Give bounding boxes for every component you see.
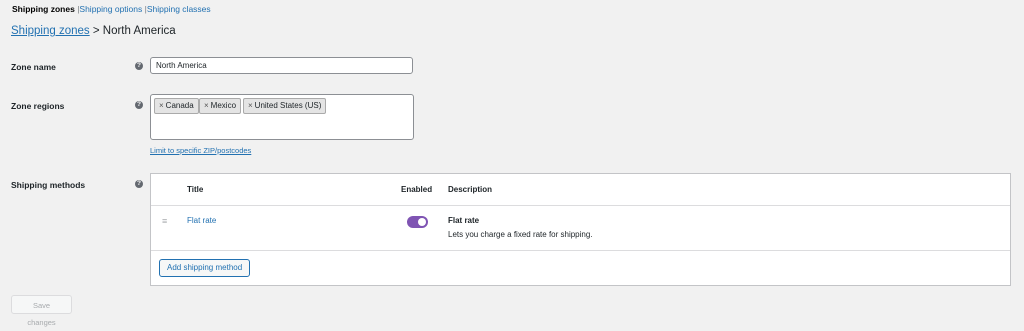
- help-icon[interactable]: ?: [135, 101, 143, 109]
- remove-tag-icon[interactable]: ×: [159, 101, 164, 110]
- enabled-toggle[interactable]: [407, 216, 428, 228]
- remove-tag-icon[interactable]: ×: [204, 101, 209, 110]
- region-tag-label: Mexico: [210, 101, 237, 110]
- toggle-knob: [418, 218, 426, 226]
- breadcrumb-shipping-zones-link[interactable]: Shipping zones: [11, 25, 90, 37]
- subnav-shipping-zones[interactable]: Shipping zones: [12, 4, 75, 14]
- page-title: Shipping zones > North America: [11, 25, 176, 37]
- help-icon[interactable]: ?: [135, 180, 143, 188]
- zone-title: North America: [102, 25, 176, 37]
- method-title-link[interactable]: Flat rate: [187, 216, 216, 225]
- divider: [151, 205, 1010, 206]
- divider: [151, 250, 1010, 251]
- shipping-methods-label: Shipping methods: [11, 180, 86, 190]
- limit-postcodes-link[interactable]: Limit to specific ZIP/postcodes: [150, 146, 251, 155]
- help-icon[interactable]: ?: [135, 62, 143, 70]
- add-shipping-method-button[interactable]: Add shipping method: [159, 259, 251, 277]
- region-tag-canada: × Canada: [154, 98, 199, 114]
- method-description-title: Flat rate: [448, 216, 480, 225]
- drag-handle-icon[interactable]: ≡: [162, 216, 167, 226]
- region-tag-label: United States (US): [254, 101, 322, 110]
- column-header-title: Title: [187, 185, 204, 194]
- save-changes-button[interactable]: Save changes: [11, 295, 72, 327]
- column-header-enabled: Enabled: [401, 185, 433, 194]
- zone-name-input[interactable]: [150, 57, 413, 74]
- zone-regions-label: Zone regions: [11, 101, 65, 111]
- zone-name-label: Zone name: [11, 62, 56, 72]
- region-tag-label: Canada: [165, 101, 194, 110]
- zone-regions-select[interactable]: × Canada × Mexico × United States (US): [150, 94, 414, 140]
- breadcrumb-separator: >: [92, 25, 100, 37]
- subnav-shipping-classes[interactable]: Shipping classes: [147, 4, 211, 14]
- remove-tag-icon[interactable]: ×: [248, 101, 253, 110]
- column-header-description: Description: [448, 185, 493, 194]
- shipping-methods-table: Title Enabled Description ≡ Flat rate Fl…: [150, 173, 1011, 286]
- subnav-shipping-options[interactable]: Shipping options: [79, 4, 142, 14]
- sub-navigation: Shipping zones |Shipping options |Shippi…: [12, 4, 211, 14]
- region-tag-united-states: × United States (US): [243, 98, 327, 114]
- region-tag-mexico: × Mexico: [199, 98, 242, 114]
- method-description-text: Lets you charge a fixed rate for shippin…: [448, 230, 593, 239]
